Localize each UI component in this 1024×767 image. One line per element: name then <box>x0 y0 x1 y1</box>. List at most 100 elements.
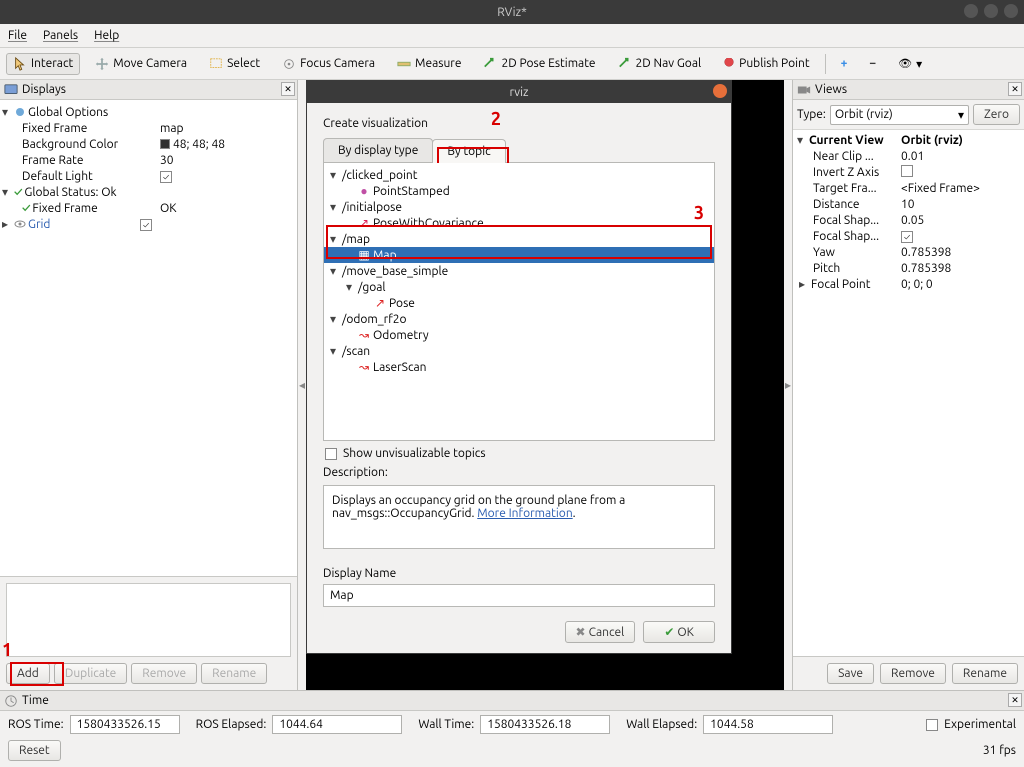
view-tool-button[interactable]: ▾ <box>891 53 929 75</box>
rename-button[interactable]: Rename <box>201 663 267 684</box>
tree-grid[interactable]: Grid <box>28 218 50 231</box>
tree-ff-status[interactable]: Fixed Frame <box>32 202 97 215</box>
focal-shape-size-value[interactable]: 0.05 <box>901 214 1024 227</box>
views-tree[interactable]: ▾Current ViewOrbit (rviz) Near Clip ...0… <box>793 130 1024 656</box>
focal-point-value[interactable]: 0; 0; 0 <box>901 278 1024 291</box>
focal-point[interactable]: Focal Point <box>811 278 870 291</box>
tab-by-topic[interactable]: By topic <box>432 139 505 163</box>
focal-shape-fixed[interactable]: Focal Shap... <box>793 230 901 243</box>
show-unvisualizable-checkbox[interactable] <box>325 448 337 460</box>
interact-button[interactable]: Interact <box>6 53 80 75</box>
remove-tool-button[interactable] <box>862 53 883 74</box>
duplicate-button[interactable]: Duplicate <box>54 663 127 684</box>
ok-button[interactable]: ✔OK <box>643 621 715 643</box>
type-posewithcovariance[interactable]: PoseWithCovariance <box>373 217 484 230</box>
displays-tree[interactable]: ▾Global Options Fixed Framemap Backgroun… <box>0 100 297 576</box>
topic-clicked-point[interactable]: /clicked_point <box>342 169 417 182</box>
tree-frame-rate[interactable]: Frame Rate <box>22 154 160 167</box>
topic-tree[interactable]: ▾/clicked_point ●PointStamped ▾/initialp… <box>323 163 715 441</box>
topic-move-base-simple[interactable]: /move_base_simple <box>342 265 448 278</box>
pitch[interactable]: Pitch <box>793 262 901 275</box>
pitch-value[interactable]: 0.785398 <box>901 262 1024 275</box>
add-tool-button[interactable] <box>834 53 855 74</box>
splitter-right[interactable]: ▸ <box>784 80 792 690</box>
near-clip-value[interactable]: 0.01 <box>901 150 1024 163</box>
splitter-left[interactable]: ◂ <box>298 80 306 690</box>
distance[interactable]: Distance <box>793 198 901 211</box>
cancel-button[interactable]: ✖Cancel <box>565 621 636 643</box>
checkbox-default-light[interactable] <box>160 171 172 183</box>
close-icon[interactable]: ✕ <box>1008 693 1022 707</box>
invert-z[interactable]: Invert Z Axis <box>793 166 901 179</box>
type-laserscan[interactable]: LaserScan <box>373 361 427 374</box>
type-odometry[interactable]: Odometry <box>373 329 429 342</box>
current-view[interactable]: Current View <box>809 134 884 147</box>
near-clip[interactable]: Near Clip ... <box>793 150 901 163</box>
viewport[interactable]: rviz Create visualization 2 By display t… <box>306 80 784 690</box>
yaw-value[interactable]: 0.785398 <box>901 246 1024 259</box>
close-icon[interactable]: ✕ <box>281 82 295 96</box>
camera-icon <box>797 83 811 97</box>
target-frame-value[interactable]: <Fixed Frame> <box>901 182 1024 195</box>
views-remove-button[interactable]: Remove <box>880 663 946 684</box>
publish-point-button[interactable]: Publish Point <box>716 53 816 74</box>
tree-default-light[interactable]: Default Light <box>22 170 160 183</box>
select-button[interactable]: Select <box>202 53 267 75</box>
close-icon[interactable] <box>1004 4 1018 18</box>
measure-button[interactable]: Measure <box>390 53 468 75</box>
topic-scan[interactable]: /scan <box>342 345 370 358</box>
pose-estimate-button[interactable]: 2D Pose Estimate <box>476 53 602 75</box>
display-icon <box>4 83 18 97</box>
wall-elapsed-value[interactable]: 1044.58 <box>703 715 833 734</box>
menu-help[interactable]: Help <box>94 29 119 42</box>
topic-goal[interactable]: /goal <box>358 281 386 294</box>
ros-time-value[interactable]: 1580433526.15 <box>70 715 180 734</box>
focus-camera-button[interactable]: Focus Camera <box>275 53 382 75</box>
maximize-icon[interactable] <box>984 4 998 18</box>
checkbox-invert-z[interactable] <box>901 165 913 177</box>
reset-button[interactable]: Reset <box>8 740 61 761</box>
remove-button[interactable]: Remove <box>131 663 197 684</box>
topic-odom-rf2o[interactable]: /odom_rf2o <box>342 313 407 326</box>
checkbox-focal-shape[interactable] <box>901 231 913 243</box>
nav-goal-button[interactable]: 2D Nav Goal <box>611 53 709 75</box>
topic-map[interactable]: /map <box>342 233 370 246</box>
tab-by-display-type[interactable]: By display type <box>323 138 433 162</box>
type-map[interactable]: Map <box>373 249 397 262</box>
views-rename-button[interactable]: Rename <box>952 663 1018 684</box>
tree-frame-rate-value[interactable]: 30 <box>160 154 297 167</box>
tree-bg-color[interactable]: Background Color <box>22 138 160 151</box>
close-icon[interactable] <box>713 84 727 98</box>
type-combo[interactable]: Orbit (rviz)▾ <box>830 105 969 125</box>
topic-initialpose[interactable]: /initialpose <box>342 201 402 214</box>
chevron-down-icon: ▾ <box>958 108 964 122</box>
wall-time-value[interactable]: 1580433526.18 <box>480 715 610 734</box>
type-pose[interactable]: Pose <box>389 297 415 310</box>
focal-shape-size[interactable]: Focal Shap... <box>793 214 901 227</box>
menu-panels[interactable]: Panels <box>43 29 78 42</box>
display-name-input[interactable] <box>323 584 715 607</box>
menu-file[interactable]: File <box>8 29 27 42</box>
focus-icon <box>282 57 296 71</box>
eye-icon <box>14 218 26 230</box>
move-camera-button[interactable]: Move Camera <box>88 53 194 75</box>
close-icon[interactable]: ✕ <box>1008 82 1022 96</box>
zero-button[interactable]: Zero <box>973 104 1020 125</box>
tree-fixed-frame-value[interactable]: map <box>160 122 297 135</box>
more-information-link[interactable]: More Information <box>477 507 572 520</box>
distance-value[interactable]: 10 <box>901 198 1024 211</box>
checkbox-grid[interactable] <box>140 219 152 231</box>
save-button[interactable]: Save <box>827 663 874 684</box>
experimental-checkbox[interactable] <box>926 719 938 731</box>
yaw[interactable]: Yaw <box>793 246 901 259</box>
ros-time-label: ROS Time: <box>8 718 64 731</box>
target-frame[interactable]: Target Fra... <box>793 182 901 195</box>
type-pointstamped[interactable]: PointStamped <box>373 185 450 198</box>
minimize-icon[interactable] <box>964 4 978 18</box>
tree-global-status[interactable]: Global Status: Ok <box>24 186 116 199</box>
tree-bg-value[interactable]: 48; 48; 48 <box>173 138 225 151</box>
tree-fixed-frame[interactable]: Fixed Frame <box>22 122 160 135</box>
ros-elapsed-value[interactable]: 1044.64 <box>272 715 402 734</box>
tree-global-options[interactable]: Global Options <box>28 106 108 119</box>
add-button[interactable]: Add <box>6 663 50 684</box>
